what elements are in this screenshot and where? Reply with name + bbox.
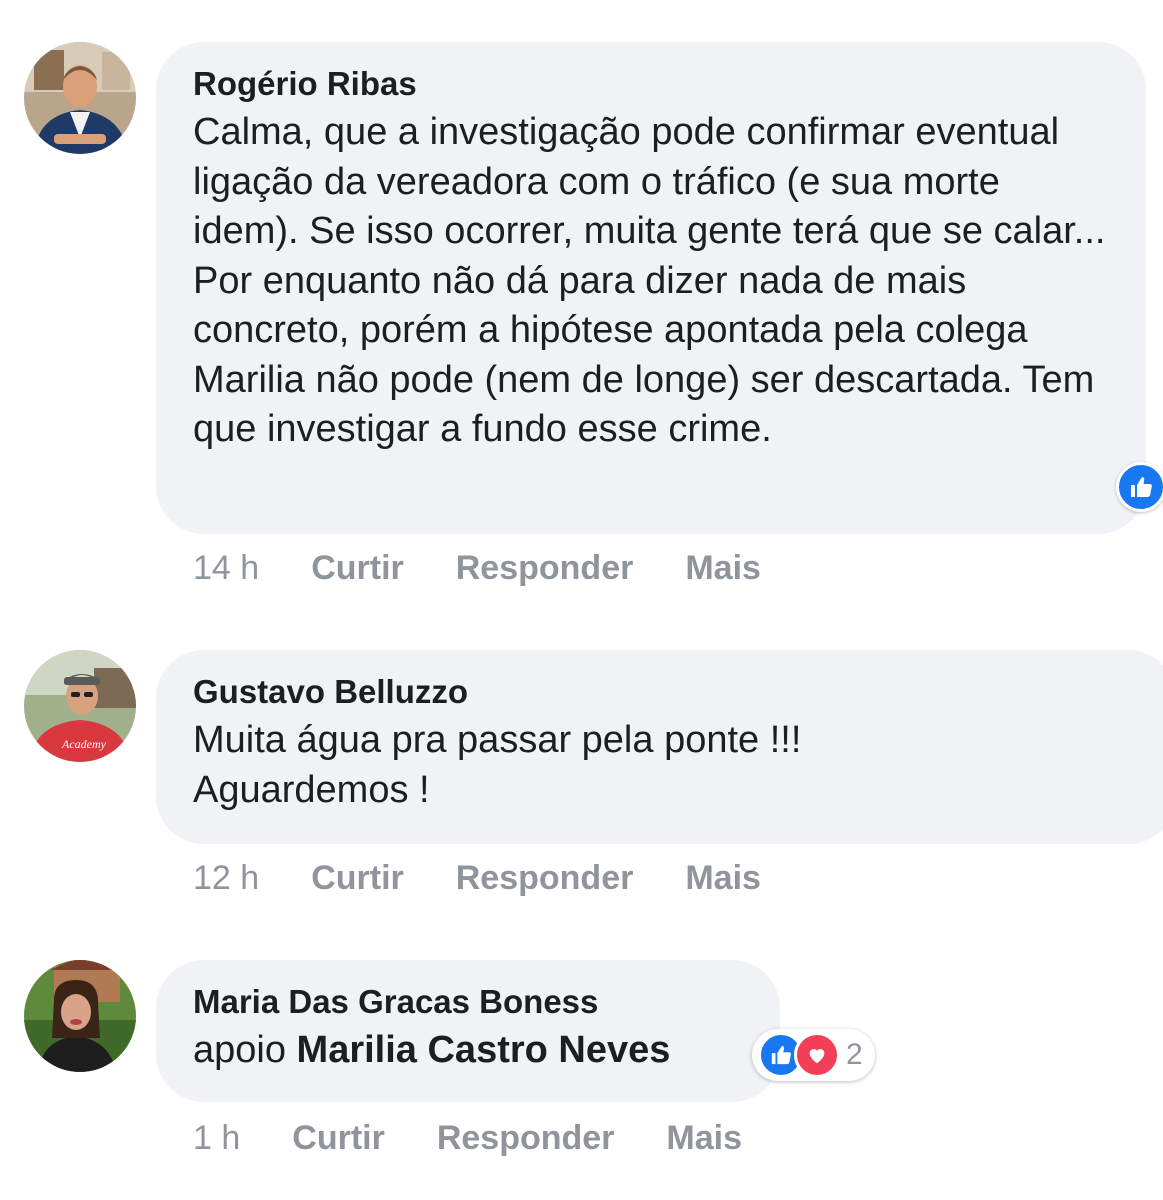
comment-timestamp[interactable]: 12 h [193,859,259,898]
comment-timestamp[interactable]: 14 h [193,549,259,588]
reply-button[interactable]: Responder [456,549,634,588]
mention-link[interactable]: Marilia Castro Neves [297,1029,671,1071]
comment-bubble: Rogério Ribas Calma, que a investigação … [156,42,1146,534]
comment-timestamp[interactable]: 1 h [193,1119,240,1158]
comment-author[interactable]: Maria Das Gracas Boness [193,982,744,1022]
love-icon [809,1049,825,1064]
like-button[interactable]: Curtir [311,549,404,588]
more-button[interactable]: Mais [685,859,761,898]
like-button[interactable]: Curtir [292,1119,385,1158]
avatar[interactable]: Academy [24,650,136,762]
like-icon [1131,477,1152,497]
reply-button[interactable]: Responder [456,859,634,898]
comment-text: apoio Marilia Castro Neves [193,1026,744,1076]
comment-text: Calma, que a investigação pode confirmar… [193,111,1106,450]
more-button[interactable]: Mais [666,1119,742,1158]
more-button[interactable]: Mais [685,549,761,588]
like-button[interactable]: Curtir [311,859,404,898]
comment-text-prefix: apoio [193,1029,286,1071]
comment-text: Muita água pra passar pela ponte !!! Agu… [193,719,802,811]
reaction-count: 2 [846,1038,863,1071]
comment-actions: 12 h Curtir Responder Mais [193,859,813,898]
reaction-like-badge[interactable] [1116,462,1163,512]
comment-author[interactable]: Rogério Ribas [193,64,1110,104]
reply-button[interactable]: Responder [437,1119,615,1158]
svg-text:Academy: Academy [61,737,107,751]
comment-author[interactable]: Gustavo Belluzzo [193,672,1140,712]
comment-actions: 1 h Curtir Responder Mais [193,1119,794,1158]
comment-bubble: Gustavo Belluzzo Muita água pra passar p… [156,650,1163,844]
comment-actions: 14 h Curtir Responder Mais [193,549,813,588]
like-icon [771,1045,791,1065]
avatar[interactable] [24,960,136,1072]
avatar[interactable] [24,42,136,154]
love-reaction [794,1032,840,1078]
comment-bubble: Maria Das Gracas Boness apoio Marilia Ca… [156,960,780,1102]
reactions-summary[interactable]: 2 [752,1029,875,1081]
